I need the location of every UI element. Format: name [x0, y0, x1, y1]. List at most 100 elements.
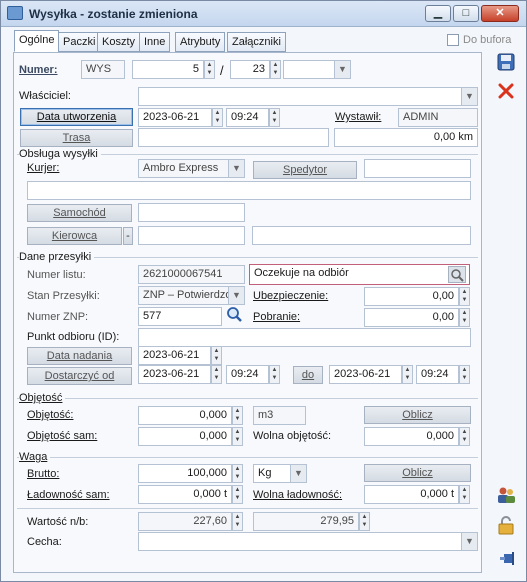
samochod-button[interactable]: Samochód [27, 204, 132, 222]
wolna-objetosc-spinner[interactable]: ▲ ▼ [459, 427, 470, 446]
numer-listu-field[interactable]: 2621000067541 [138, 265, 245, 284]
wartosc-brutto-spinner[interactable]: ▲ ▼ [359, 512, 370, 531]
objetosc-group-line [17, 398, 478, 399]
wystawil-field: ADMIN [398, 108, 478, 127]
ubezpieczenie-label: Ubezpieczenie: [253, 290, 329, 302]
trasa-button[interactable]: Trasa [20, 129, 133, 147]
pobranie-spinner[interactable]: ▲ ▼ [459, 308, 470, 327]
kierowca-field[interactable] [138, 226, 245, 245]
spedytor-button[interactable]: Spedytor [253, 161, 357, 179]
do-date-spinner[interactable]: ▲ ▼ [402, 365, 413, 384]
trasa-field[interactable] [138, 128, 329, 147]
ubezpieczenie-spinner[interactable]: ▲ ▼ [459, 287, 470, 306]
brutto-spinner[interactable]: ▲ ▼ [232, 464, 243, 483]
dostarczyc-do-button[interactable]: do [293, 366, 323, 384]
tab-paczki[interactable]: Paczki [58, 32, 101, 52]
numer-prefix-field[interactable]: WYS [81, 60, 125, 79]
save-icon [497, 53, 515, 71]
wlasciciel-dropdown-icon[interactable]: ▼ [461, 88, 477, 105]
spedytor-button-label: Spedytor [282, 164, 328, 176]
ladownosc-sam-spinner[interactable]: ▲ ▼ [232, 485, 243, 504]
pin-icon [500, 552, 514, 565]
objetosc-unit-field: m3 [253, 406, 306, 425]
wartosc-netto-spinner[interactable]: ▲ ▼ [232, 512, 243, 531]
objetosc-label: Objętość: [27, 409, 74, 421]
kierowca-name-field[interactable] [252, 226, 471, 245]
numer-series-dropdown-icon[interactable]: ▼ [334, 61, 350, 78]
dostarczyc-od-date[interactable]: 2023-06-21 [138, 365, 211, 384]
dostarczyc-od-time[interactable]: 09:24 [226, 365, 269, 384]
dostarczyc-do-time[interactable]: 09:24 [416, 365, 459, 384]
ladownosc-sam-label: Ładowność sam: [27, 489, 110, 501]
time-utworzenia-spinner[interactable]: ▲ ▼ [269, 108, 280, 127]
maximize-button[interactable]: □ [453, 5, 479, 22]
spedytor-field[interactable] [364, 159, 471, 178]
data-nadania-spinner[interactable]: ▲ ▼ [211, 346, 222, 365]
status-przesylki-field[interactable]: Oczekuje na odbiór [249, 264, 470, 285]
data-utworzenia-date[interactable]: 2023-06-21 [138, 108, 212, 127]
pin-button[interactable] [495, 549, 517, 571]
objetosc-spinner[interactable]: ▲ ▼ [232, 406, 243, 425]
tab-zalaczniki[interactable]: Załączniki [227, 32, 286, 52]
objetosc-sam-field[interactable]: 0,000 [138, 427, 232, 446]
punkt-odbioru-field[interactable] [138, 328, 471, 347]
status-search-button[interactable] [448, 266, 466, 283]
kierowca-button[interactable]: Kierowca [27, 227, 122, 245]
data-utworzenia-time[interactable]: 09:24 [226, 108, 269, 127]
znp-search-button[interactable] [225, 306, 243, 324]
od-date-spinner[interactable]: ▲ ▼ [211, 365, 222, 384]
save-button[interactable] [495, 53, 517, 75]
objetosc-field[interactable]: 0,000 [138, 406, 232, 425]
waga-oblicz-button[interactable]: Oblicz [364, 464, 471, 482]
users-button[interactable] [495, 485, 517, 507]
close-button[interactable]: ✕ [481, 5, 519, 22]
cecha-dropdown-icon[interactable]: ▼ [461, 533, 477, 550]
brutto-field[interactable]: 100,000 [138, 464, 232, 483]
tab-atrybuty[interactable]: Atrybuty [175, 32, 226, 52]
numer-znp-field[interactable]: 577 [138, 307, 222, 326]
data-utworzenia-button[interactable]: Data utworzenia [20, 108, 133, 126]
wolna-ladownosc-field[interactable]: 0,000 t [364, 485, 459, 504]
numer-number-spinner[interactable]: ▲ ▼ [204, 60, 215, 79]
wolna-objetosc-field[interactable]: 0,000 [364, 427, 459, 446]
objetosc-sam-label: Objętość sam: [27, 430, 98, 442]
window: Wysyłka - zostanie zmieniona ▁ □ ✕ Ogóln… [0, 0, 527, 582]
wartosc-netto-field: 227,60 [138, 512, 232, 531]
kurier-address-field[interactable] [27, 181, 471, 200]
dostarczyc-od-button[interactable]: Dostarczyć od [27, 367, 132, 385]
do-time-spinner[interactable]: ▲ ▼ [459, 365, 470, 384]
data-nadania-button[interactable]: Data nadania [27, 347, 132, 365]
ladownosc-sam-field[interactable]: 0,000 t [138, 485, 232, 504]
objetosc-oblicz-button[interactable]: Oblicz [364, 406, 471, 424]
dostarczyc-do-date[interactable]: 2023-06-21 [329, 365, 402, 384]
stan-dropdown-icon[interactable]: ▼ [228, 287, 244, 304]
cecha-select[interactable] [138, 532, 478, 551]
waga-unit-dropdown-icon[interactable]: ▼ [290, 465, 306, 482]
kurier-dropdown-icon[interactable]: ▼ [228, 160, 244, 177]
wlasciciel-select[interactable] [138, 87, 478, 106]
do-bufora-checkbox[interactable] [447, 34, 459, 46]
samochod-field[interactable] [138, 203, 245, 222]
objetosc-sam-spinner[interactable]: ▲ ▼ [232, 427, 243, 446]
tab-koszty[interactable]: Koszty [97, 32, 141, 52]
lock-button[interactable] [495, 515, 517, 537]
wartosc-brutto-field: 279,95 [253, 512, 359, 531]
numer-number-field[interactable]: 5 [132, 60, 204, 79]
pobranie-field[interactable]: 0,00 [364, 308, 459, 327]
wolna-ladownosc-spinner[interactable]: ▲ ▼ [459, 485, 470, 504]
tab-inne[interactable]: Inne [139, 32, 171, 52]
data-nadania-date[interactable]: 2023-06-21 [138, 346, 211, 365]
kierowca-clear-button[interactable]: - [123, 227, 133, 245]
od-time-spinner[interactable]: ▲ ▼ [269, 365, 280, 384]
numer-year-spinner[interactable]: ▲ ▼ [270, 60, 281, 79]
km-field[interactable]: 0,00 km [334, 128, 478, 147]
ubezpieczenie-field[interactable]: 0,00 [364, 287, 459, 306]
minimize-button[interactable]: ▁ [425, 5, 451, 22]
trasa-button-label: Trasa [62, 132, 91, 144]
delete-button[interactable] [495, 82, 517, 104]
tab-ogolne[interactable]: Ogólne [14, 30, 60, 52]
numer-year-field[interactable]: 23 [230, 60, 270, 79]
punkt-odbioru-label: Punkt odbioru (ID): [27, 331, 120, 343]
dostarczyc-od-button-label: Dostarczyć od [44, 370, 115, 382]
data-utworzenia-spinner[interactable]: ▲ ▼ [212, 108, 223, 127]
